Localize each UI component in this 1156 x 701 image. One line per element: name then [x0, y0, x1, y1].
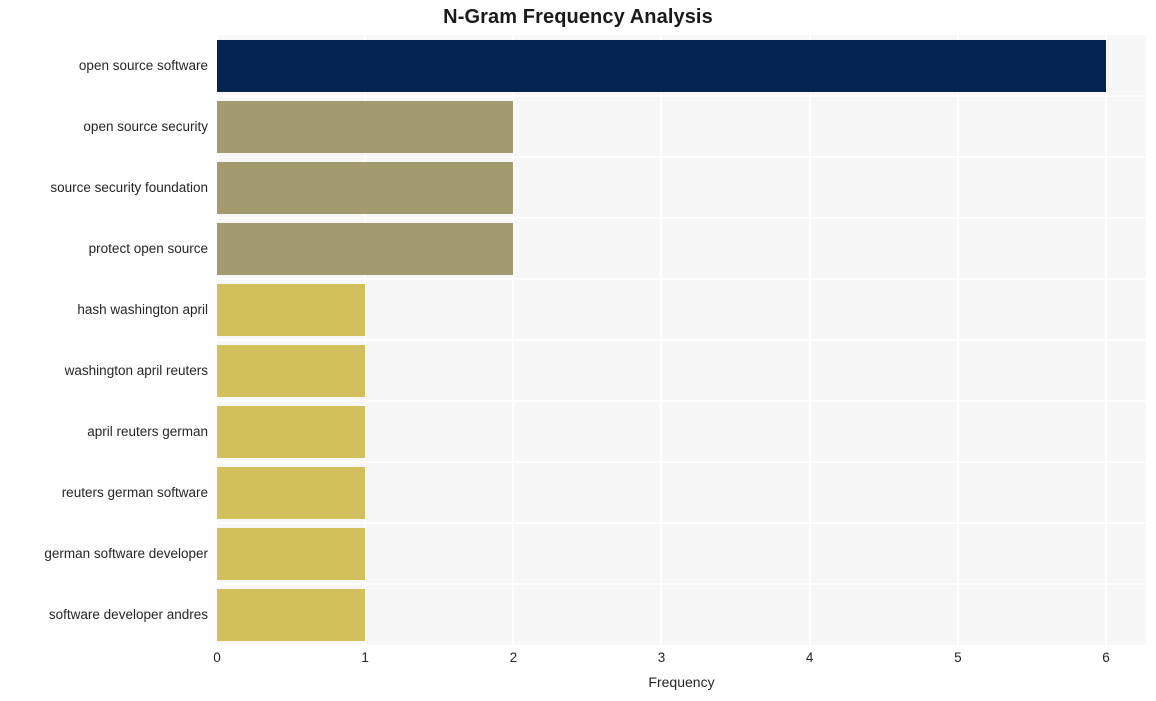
bar [217, 283, 366, 336]
gridline-horizontal [217, 400, 1146, 402]
bar [217, 344, 366, 397]
x-axis-tick-label: 6 [1102, 650, 1110, 665]
bar [217, 588, 366, 641]
chart-title: N-Gram Frequency Analysis [443, 6, 713, 28]
y-axis-tick-labels: open source software open source security… [0, 35, 208, 645]
chart-figure: N-Gram Frequency Analysis open source so… [0, 0, 1156, 701]
x-axis-tick-label: 1 [361, 650, 369, 665]
plot-area [217, 35, 1146, 645]
bar [217, 405, 366, 458]
gridline-horizontal [217, 339, 1146, 341]
gridline-horizontal [217, 217, 1146, 219]
x-axis-title: Frequency [648, 674, 715, 690]
x-axis-tick-label: 0 [213, 650, 221, 665]
gridline-horizontal [217, 461, 1146, 463]
bar [217, 39, 1106, 92]
y-axis-tick-label: protect open source [88, 240, 208, 256]
y-axis-tick-label: april reuters german [87, 423, 208, 439]
gridline-horizontal [217, 95, 1146, 97]
y-axis-tick-label: washington april reuters [64, 362, 208, 378]
bar [217, 527, 366, 580]
y-axis-tick-label: reuters german software [61, 484, 208, 500]
y-axis-tick-label: hash washington april [77, 301, 208, 317]
bar [217, 466, 366, 519]
y-axis-tick-label: german software developer [44, 545, 208, 561]
gridline-horizontal [217, 522, 1146, 524]
gridline-horizontal [217, 278, 1146, 280]
y-axis-tick-label: open source software [78, 57, 208, 73]
bar [217, 100, 514, 153]
y-axis-tick-label: source security foundation [50, 179, 208, 195]
x-axis-tick-label: 5 [954, 650, 962, 665]
bar [217, 161, 514, 214]
gridline-horizontal [217, 156, 1146, 158]
x-axis-tick-label: 3 [657, 650, 666, 665]
y-axis-tick-label: open source security [83, 118, 208, 134]
bar [217, 222, 514, 275]
gridline-horizontal [217, 583, 1146, 585]
x-axis-tick-labels: 0 1 2 3 4 5 6 [0, 650, 1156, 670]
y-axis-tick-label: software developer andres [48, 606, 208, 622]
x-axis-tick-label: 4 [805, 650, 814, 665]
x-axis-tick-label: 2 [509, 650, 518, 665]
